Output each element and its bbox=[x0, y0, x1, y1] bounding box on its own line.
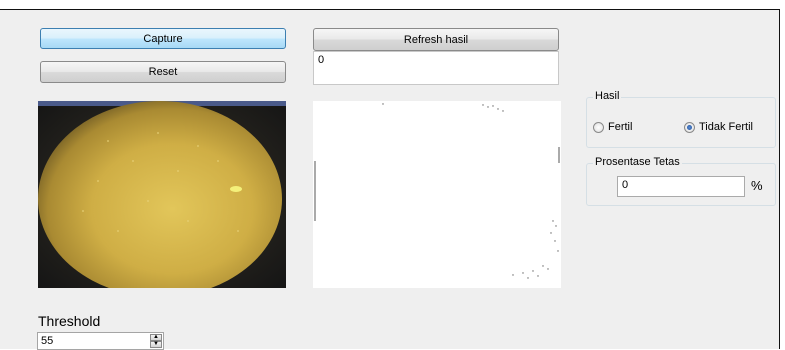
reset-button-label: Reset bbox=[148, 66, 178, 78]
radio-selected-icon bbox=[684, 121, 695, 133]
hasil-group-title: Hasil bbox=[593, 90, 622, 102]
down-arrow-icon[interactable]: ▼ bbox=[150, 341, 162, 348]
radio-fertil[interactable]: Fertil bbox=[593, 121, 632, 133]
capture-button-label: Capture bbox=[143, 32, 183, 45]
threshold-label: Threshold bbox=[38, 313, 101, 329]
prosentase-group-title: Prosentase Tetas bbox=[593, 156, 682, 168]
edge-detection-output bbox=[313, 101, 561, 288]
radio-tidak-fertil-label: Tidak Fertil bbox=[699, 121, 753, 133]
app-window: Capture Reset Refresh hasil 0 Hasil Fert… bbox=[0, 9, 780, 350]
egg-camera-photo bbox=[38, 101, 286, 288]
processed-image bbox=[313, 101, 561, 288]
radio-tidak-fertil[interactable]: Tidak Fertil bbox=[684, 121, 753, 133]
threshold-stepper[interactable]: 55 ▲ ▼ bbox=[37, 332, 164, 350]
hasil-groupbox: Hasil Fertil Tidak Fertil bbox=[586, 90, 776, 148]
radio-unchecked-icon bbox=[593, 121, 604, 133]
refresh-hasil-button-label: Refresh hasil bbox=[403, 33, 469, 46]
prosentase-input[interactable]: 0 bbox=[617, 176, 745, 197]
radio-fertil-label: Fertil bbox=[608, 121, 633, 133]
prosentase-value: 0 bbox=[622, 179, 629, 191]
output-textbox[interactable]: 0 bbox=[313, 51, 559, 85]
stepper-buttons: ▲ ▼ bbox=[150, 334, 162, 348]
refresh-hasil-button[interactable]: Refresh hasil bbox=[313, 28, 559, 51]
up-arrow-icon[interactable]: ▲ bbox=[150, 334, 162, 341]
output-textbox-value: 0 bbox=[318, 54, 325, 66]
prosentase-groupbox: Prosentase Tetas 0 % bbox=[586, 156, 776, 206]
capture-button[interactable]: Capture bbox=[40, 28, 286, 49]
threshold-value: 55 bbox=[41, 335, 54, 347]
reset-button[interactable]: Reset bbox=[40, 61, 286, 83]
camera-image bbox=[38, 101, 286, 288]
percent-unit: % bbox=[751, 178, 763, 193]
